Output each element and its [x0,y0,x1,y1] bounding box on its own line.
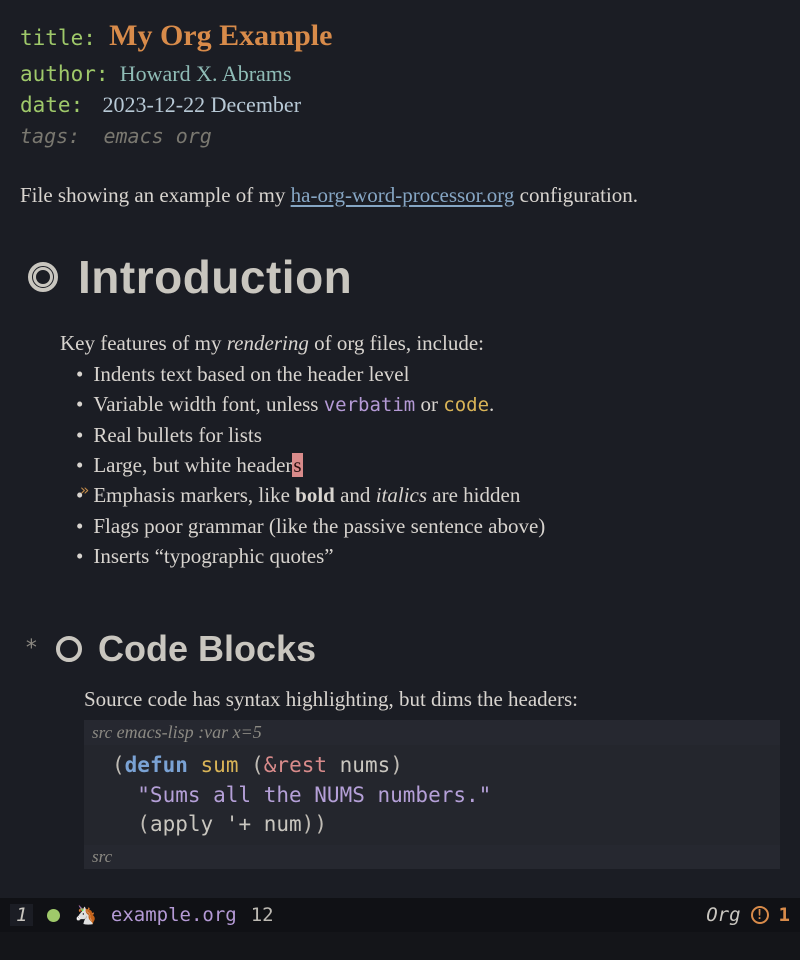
bullet-icon: • [76,450,83,480]
intro-paragraph: File showing an example of my ha-org-wor… [20,180,780,210]
cursor-highlight: s [292,453,302,477]
heading-bullet-icon [28,262,58,292]
list-item: • Flags poor grammar (like the passive s… [76,511,780,541]
meta-key-tags: tags: [20,124,80,148]
meta-tags-line: tags: emacs org [20,121,780,151]
document-title: My Org Example [101,19,332,52]
heading-star-icon: * [20,636,40,661]
heading-introduction: Introduction [20,250,780,304]
document-author: Howard X. Abrams [114,61,292,86]
line-number: 12 [251,904,274,926]
minibuffer[interactable] [0,932,800,960]
src-block: src emacs-lisp :var x=5 (defun sum (&res… [20,720,780,869]
code-line: "Sums all the NUMS numbers." [112,781,760,810]
window-number: 1 [10,904,33,926]
src-end-line: src [84,845,780,869]
code-line: (defun sum (&rest nums) [112,751,760,780]
document-date: 2023-12-22 December [88,92,301,117]
list-item: » • Emphasis markers, like bold and ital… [76,480,780,510]
meta-date-line: date: 2023-12-22 December [20,89,780,121]
heading-bullet-icon [56,636,82,662]
meta-author-line: author: Howard X. Abrams [20,58,780,90]
modeline[interactable]: 1 🦄 example.org 12 Org ! 1 [0,898,800,932]
bullet-icon: • [76,541,83,571]
meta-key-date: date [20,93,71,117]
heading-code-blocks-text: Code Blocks [98,628,316,670]
list-item: • Variable width font, unless verbatim o… [76,389,780,420]
list-item: • Real bullets for lists [76,420,780,450]
config-file-link[interactable]: ha-org-word-processor.org [291,183,515,207]
code-blocks-lead: Source code has syntax highlighting, but… [20,684,780,714]
feature-list: • Indents text based on the header level… [20,359,780,572]
code-text: code [443,394,489,416]
code-line: (apply '+ num)) [112,810,760,839]
meta-key-title: title [20,26,83,50]
list-item: • Indents text based on the header level [76,359,780,389]
bullet-icon: • [76,359,83,389]
heading-code-blocks: * Code Blocks [20,628,780,670]
meta-title-line: title: My Org Example [20,14,780,58]
src-begin-line: src emacs-lisp :var x=5 [84,720,780,745]
bullet-icon: • [76,389,83,419]
src-code[interactable]: (defun sum (&rest nums) "Sums all the NU… [84,745,780,845]
meta-key-author: author [20,62,96,86]
intro-lead: Key features of my rendering of org file… [20,328,780,358]
list-item: • Large, but white headers [76,450,780,480]
bullet-icon: • [76,420,83,450]
document-tags: emacs org [85,124,211,148]
editor-buffer[interactable]: title: My Org Example author: Howard X. … [0,0,800,869]
fringe-chevron-icon: » [80,480,89,502]
list-item: • Inserts “typographic quotes” [76,541,780,571]
modified-indicator-icon [47,909,60,922]
heading-introduction-text: Introduction [78,250,352,304]
bullet-icon: • [76,511,83,541]
project-icon: 🦄 [74,905,96,926]
major-mode[interactable]: Org [706,904,740,926]
warning-count: 1 [779,904,790,926]
warning-icon[interactable]: ! [751,906,769,924]
buffer-filename[interactable]: example.org [111,904,237,926]
verbatim-text: verbatim [324,394,416,416]
